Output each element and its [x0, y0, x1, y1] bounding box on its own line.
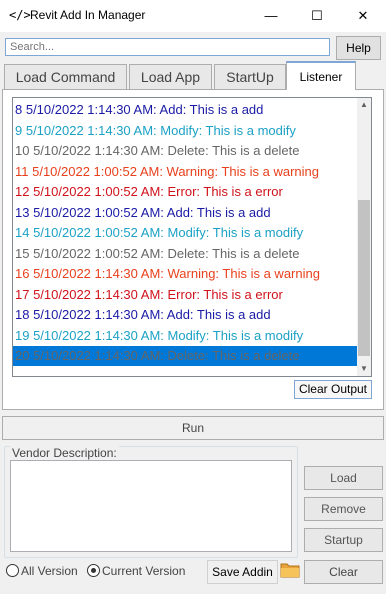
output-log-list[interactable]: 8 5/10/2022 1:14:30 AM: Add: This is a a… [12, 97, 372, 377]
log-row[interactable]: 11 5/10/2022 1:00:52 AM: Warning: This i… [15, 162, 319, 182]
current-version-radio[interactable] [87, 564, 100, 577]
vendor-description-label: Vendor Description: [10, 446, 119, 460]
all-version-radio[interactable] [6, 564, 19, 577]
remove-button[interactable]: Remove [304, 497, 383, 521]
folder-icon[interactable] [280, 559, 300, 579]
run-button[interactable]: Run [2, 416, 384, 440]
log-row[interactable]: 18 5/10/2022 1:14:30 AM: Add: This is a … [15, 305, 271, 325]
log-row[interactable]: 16 5/10/2022 1:14:30 AM: Warning: This i… [15, 264, 320, 284]
window-title: Revit Add In Manager [30, 8, 146, 22]
clear-button[interactable]: Clear [304, 560, 383, 584]
current-version-label[interactable]: Current Version [102, 564, 185, 578]
vendor-description-field[interactable] [10, 460, 292, 552]
log-row[interactable]: 8 5/10/2022 1:14:30 AM: Add: This is a a… [15, 100, 263, 120]
help-button[interactable]: Help [336, 36, 381, 60]
chevron-down-icon[interactable]: ▼ [357, 362, 371, 376]
close-button[interactable]: ✕ [340, 0, 386, 32]
all-version-label[interactable]: All Version [21, 564, 78, 578]
log-row[interactable]: 15 5/10/2022 1:00:52 AM: Delete: This is… [15, 244, 300, 264]
log-row[interactable]: 9 5/10/2022 1:14:30 AM: Modify: This is … [15, 121, 296, 141]
maximize-button[interactable]: ☐ [294, 0, 340, 32]
scrollbar-thumb[interactable] [358, 200, 370, 356]
search-input[interactable] [5, 38, 330, 56]
log-row[interactable]: 10 5/10/2022 1:14:30 AM: Delete: This is… [15, 141, 300, 161]
tab-startup[interactable]: StartUp [214, 64, 286, 89]
tab-load-command[interactable]: Load Command [4, 64, 127, 89]
chevron-up-icon[interactable]: ▲ [357, 98, 371, 112]
log-row[interactable]: 13 5/10/2022 1:00:52 AM: Add: This is a … [15, 203, 271, 223]
minimize-button[interactable]: — [248, 0, 294, 32]
app-icon: </> [9, 8, 31, 22]
startup-button[interactable]: Startup [304, 528, 383, 552]
log-row[interactable]: 20 5/10/2022 1:14:30 AM: Delete: This is… [13, 346, 359, 366]
save-addin-button[interactable]: Save Addin [207, 560, 278, 584]
log-row[interactable]: 19 5/10/2022 1:14:30 AM: Modify: This is… [15, 326, 303, 346]
tab-load-app[interactable]: Load App [129, 64, 212, 89]
clear-output-button[interactable]: Clear Output [294, 380, 372, 399]
tab-listener[interactable]: Listener [286, 61, 356, 90]
log-row[interactable]: 17 5/10/2022 1:14:30 AM: Error: This is … [15, 285, 283, 305]
log-row[interactable]: 14 5/10/2022 1:00:52 AM: Modify: This is… [15, 223, 303, 243]
log-row[interactable]: 12 5/10/2022 1:00:52 AM: Error: This is … [15, 182, 283, 202]
load-button[interactable]: Load [304, 466, 383, 490]
